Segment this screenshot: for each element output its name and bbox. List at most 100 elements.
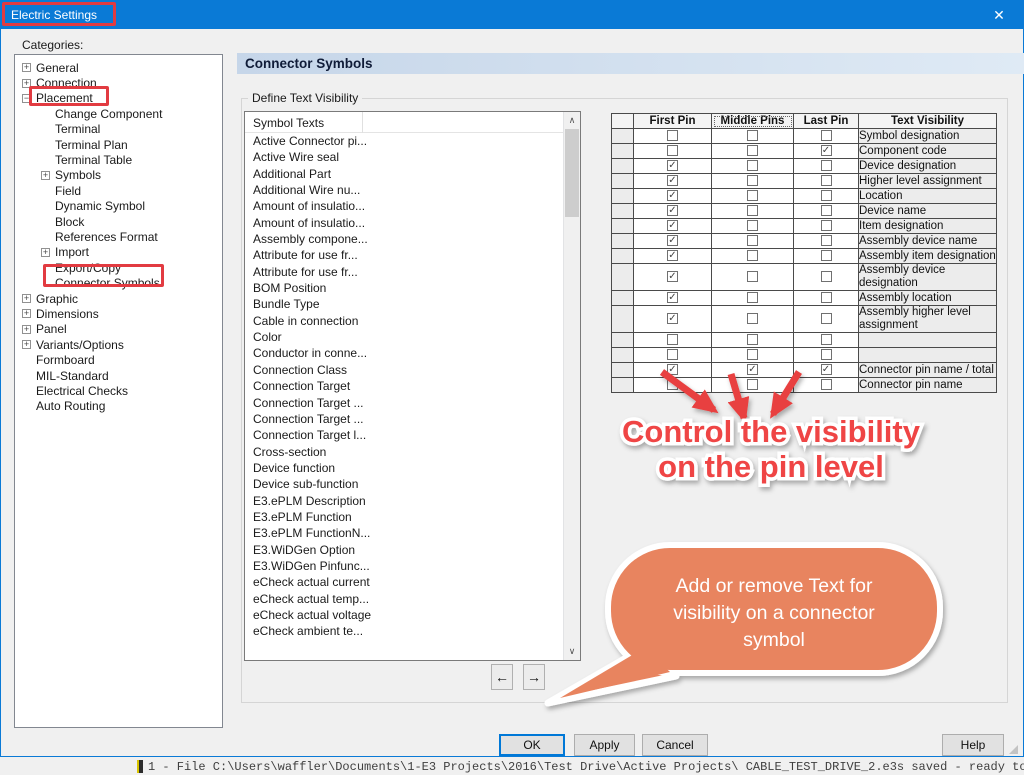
list-item-device-sub-function[interactable]: Device sub-function	[245, 477, 563, 493]
tree-item-label[interactable]: Panel	[36, 322, 67, 336]
middle-pins-checkbox[interactable]	[747, 145, 758, 156]
first-pin-checkbox[interactable]	[667, 334, 678, 345]
tree-item-change-component[interactable]: Change Component	[15, 106, 222, 121]
list-item-attribute-for-use-fr[interactable]: Attribute for use fr...	[245, 248, 563, 264]
tree-item-terminal-plan[interactable]: Terminal Plan	[15, 137, 222, 152]
list-item-bundle-type[interactable]: Bundle Type	[245, 297, 563, 313]
row-selector[interactable]	[612, 144, 634, 159]
last-pin-checkbox[interactable]	[821, 313, 832, 324]
move-left-button[interactable]: ←	[491, 664, 513, 690]
list-item-cable-in-connection[interactable]: Cable in connection	[245, 314, 563, 330]
plus-expander-icon[interactable]: +	[22, 63, 31, 72]
tree-item-label[interactable]: Terminal Table	[55, 153, 132, 167]
row-selector[interactable]	[612, 234, 634, 249]
list-item-e3-widgen-option[interactable]: E3.WiDGen Option	[245, 543, 563, 559]
tree-item-auto-routing[interactable]: Auto Routing	[15, 399, 222, 414]
list-item-connection-target[interactable]: Connection Target ...	[245, 412, 563, 428]
plus-expander-icon[interactable]: +	[22, 309, 31, 318]
row-selector[interactable]	[612, 378, 634, 393]
row-selector[interactable]	[612, 174, 634, 189]
row-selector[interactable]	[612, 264, 634, 291]
row-selector[interactable]	[612, 219, 634, 234]
tree-item-terminal-table[interactable]: Terminal Table	[15, 152, 222, 167]
plus-expander-icon[interactable]: +	[41, 248, 50, 257]
tree-item-import[interactable]: + Import	[15, 245, 222, 260]
first-pin-checkbox[interactable]: ✓	[667, 175, 678, 186]
list-item-e3-widgen-pinfunc[interactable]: E3.WiDGen Pinfunc...	[245, 559, 563, 575]
first-pin-checkbox[interactable]: ✓	[667, 313, 678, 324]
last-pin-checkbox[interactable]	[821, 334, 832, 345]
list-item-echeck-actual-temp[interactable]: eCheck actual temp...	[245, 592, 563, 608]
tree-item-label[interactable]: General	[36, 61, 79, 75]
row-selector[interactable]	[612, 189, 634, 204]
list-item-echeck-actual-current[interactable]: eCheck actual current	[245, 575, 563, 591]
list-item-connection-target[interactable]: Connection Target	[245, 379, 563, 395]
middle-pins-checkbox[interactable]	[747, 175, 758, 186]
first-pin-checkbox[interactable]: ✓	[667, 364, 678, 375]
row-selector[interactable]	[612, 348, 634, 363]
middle-pins-checkbox[interactable]	[747, 130, 758, 141]
list-item-device-function[interactable]: Device function	[245, 461, 563, 477]
last-pin-checkbox[interactable]	[821, 292, 832, 303]
plus-expander-icon[interactable]: +	[22, 340, 31, 349]
first-pin-checkbox[interactable]: ✓	[667, 271, 678, 282]
list-item-active-connector-pi[interactable]: Active Connector pi...	[245, 134, 563, 150]
last-pin-checkbox[interactable]	[821, 130, 832, 141]
tree-item-label[interactable]: Symbols	[55, 168, 101, 182]
last-pin-checkbox[interactable]	[821, 160, 832, 171]
tree-item-label[interactable]: Block	[55, 215, 84, 229]
tree-item-label[interactable]: Import	[55, 245, 89, 259]
symbol-texts-list[interactable]: Symbol Texts Active Connector pi...Activ…	[244, 111, 581, 661]
middle-pins-checkbox[interactable]	[747, 379, 758, 390]
tree-item-label[interactable]: Terminal Plan	[55, 138, 128, 152]
tree-item-electrical-checks[interactable]: Electrical Checks	[15, 383, 222, 398]
tree-item-terminal[interactable]: Terminal	[15, 122, 222, 137]
row-selector[interactable]	[612, 159, 634, 174]
list-item-additional-wire-nu[interactable]: Additional Wire nu...	[245, 183, 563, 199]
tree-item-label[interactable]: MIL-Standard	[36, 369, 109, 383]
tree-item-label[interactable]: References Format	[55, 230, 158, 244]
list-item-e3-eplm-function[interactable]: E3.ePLM Function	[245, 510, 563, 526]
tree-item-label[interactable]: Electrical Checks	[36, 384, 128, 398]
middle-pins-checkbox[interactable]	[747, 220, 758, 231]
first-pin-checkbox[interactable]: ✓	[667, 250, 678, 261]
scroll-down-icon[interactable]: ∨	[564, 643, 580, 660]
first-pin-checkbox[interactable]	[667, 379, 678, 390]
first-pin-checkbox[interactable]: ✓	[667, 205, 678, 216]
row-selector[interactable]	[612, 204, 634, 219]
last-pin-checkbox[interactable]	[821, 250, 832, 261]
last-pin-checkbox[interactable]	[821, 235, 832, 246]
last-pin-checkbox[interactable]: ✓	[821, 145, 832, 156]
list-item-amount-of-insulatio[interactable]: Amount of insulatio...	[245, 199, 563, 215]
tree-item-general[interactable]: + General	[15, 60, 222, 75]
list-item-conductor-in-conne[interactable]: Conductor in conne...	[245, 346, 563, 362]
tree-item-formboard[interactable]: Formboard	[15, 352, 222, 367]
row-selector[interactable]	[612, 291, 634, 306]
middle-pins-checkbox[interactable]	[747, 292, 758, 303]
tree-item-label[interactable]: Field	[55, 184, 81, 198]
apply-button[interactable]: Apply	[574, 734, 635, 756]
cancel-button[interactable]: Cancel	[642, 734, 708, 756]
list-item-additional-part[interactable]: Additional Part	[245, 167, 563, 183]
plus-expander-icon[interactable]: +	[41, 171, 50, 180]
categories-tree[interactable]: +General+Connection−PlacementChange Comp…	[14, 54, 223, 728]
list-item-assembly-compone[interactable]: Assembly compone...	[245, 232, 563, 248]
list-item-echeck-actual-voltage[interactable]: eCheck actual voltage	[245, 608, 563, 624]
first-pin-checkbox[interactable]	[667, 130, 678, 141]
list-scrollbar[interactable]: ∧ ∨	[563, 112, 580, 660]
tree-item-field[interactable]: Field	[15, 183, 222, 198]
middle-pins-checkbox[interactable]	[747, 190, 758, 201]
tree-item-label[interactable]: Auto Routing	[36, 399, 105, 413]
list-item-connection-class[interactable]: Connection Class	[245, 363, 563, 379]
last-pin-checkbox[interactable]	[821, 379, 832, 390]
tree-item-label[interactable]: Terminal	[55, 122, 100, 136]
tree-item-label[interactable]: Dynamic Symbol	[55, 199, 145, 213]
middle-pins-checkbox[interactable]: ✓	[747, 364, 758, 375]
first-pin-checkbox[interactable]	[667, 349, 678, 360]
tree-item-dimensions[interactable]: +Dimensions	[15, 306, 222, 321]
last-pin-checkbox[interactable]	[821, 220, 832, 231]
plus-expander-icon[interactable]: +	[22, 294, 31, 303]
list-item-amount-of-insulatio[interactable]: Amount of insulatio...	[245, 216, 563, 232]
row-selector[interactable]	[612, 306, 634, 333]
list-item-e3-eplm-functionn[interactable]: E3.ePLM FunctionN...	[245, 526, 563, 542]
